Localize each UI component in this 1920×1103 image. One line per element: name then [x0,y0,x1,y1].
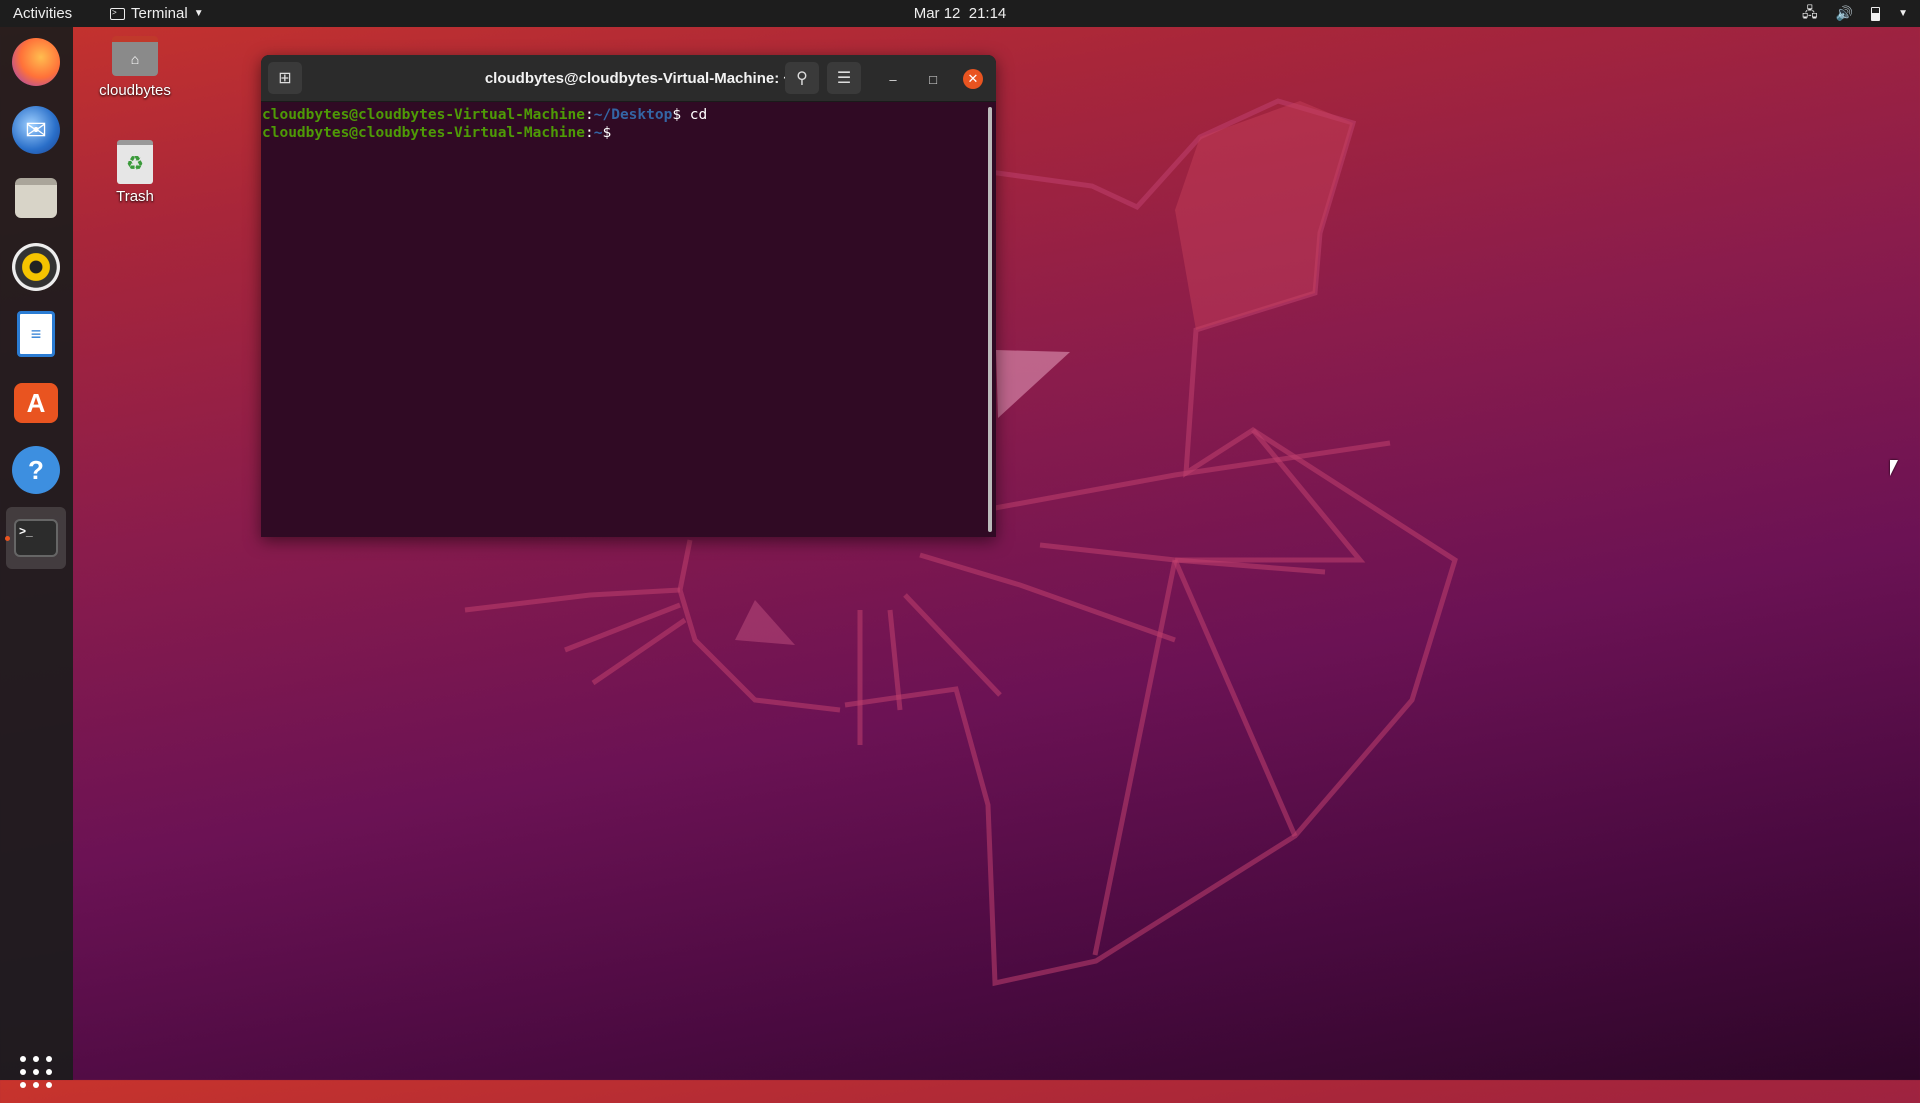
minimize-button[interactable]: – [883,69,903,89]
home-folder-icon: ⌂ [112,36,158,76]
clock[interactable]: Mar 12 21:14 [0,0,1920,27]
hamburger-icon: ☰ [837,68,851,88]
dock-firefox[interactable] [6,31,66,93]
dock-thunderbird[interactable]: ✉ [6,99,66,161]
help-icon: ? [12,446,60,494]
new-tab-icon: ⊞ [278,68,291,88]
terminal-icon: >_ [14,519,58,557]
volume-icon: 🔊 [1836,5,1853,22]
running-indicator [5,536,10,541]
system-menu[interactable]: 🖧 🔊 ▼ [1802,0,1908,27]
software-icon: A [14,383,58,423]
search-button[interactable]: ⚲ [785,62,819,94]
desktop-home-folder[interactable]: ⌂ cloudbytes [85,36,185,99]
desktop-trash[interactable]: ♻ Trash [85,140,185,205]
dock-writer[interactable]: ≡ [6,303,66,365]
scrollbar[interactable] [988,107,992,532]
dock: ✉ ≡ A ? >_ [0,27,73,1080]
network-icon: 🖧 [1802,2,1818,26]
chevron-down-icon: ▼ [1898,8,1908,19]
maximize-button[interactable]: □ [923,69,943,89]
files-icon [15,178,57,218]
menu-button[interactable]: ☰ [827,62,861,94]
maximize-icon: □ [929,72,937,87]
clock-label: Mar 12 21:14 [914,5,1007,22]
trash-icon: ♻ [117,140,153,184]
prompt-sep: : [585,107,594,123]
terminal-line: cloudbytes@cloudbytes-Virtual-Machine:~/… [262,106,995,124]
prompt-user: cloudbytes@cloudbytes-Virtual-Machine [262,125,585,141]
prompt-sep: : [585,125,594,141]
prompt-path: ~/Desktop [594,107,673,123]
terminal-line: cloudbytes@cloudbytes-Virtual-Machine:~$ [262,124,995,142]
firefox-icon [12,38,60,86]
command: cd [690,107,707,123]
dock-files[interactable] [6,167,66,229]
mouse-pointer-icon [1890,460,1898,476]
top-bar: Activities > Terminal ▼ Mar 12 21:14 🖧 🔊… [0,0,1920,27]
dock-terminal[interactable]: >_ [6,507,66,569]
terminal-window[interactable]: ⊞ cloudbytes@cloudbytes-Virtual-Machine:… [261,55,996,537]
dock-ubuntu-software[interactable]: A [6,372,66,434]
close-icon: ✕ [968,71,979,87]
show-applications-button[interactable] [6,1041,66,1103]
prompt-user: cloudbytes@cloudbytes-Virtual-Machine [262,107,585,123]
new-tab-button[interactable]: ⊞ [268,62,302,94]
minimize-icon: – [889,72,896,87]
prompt-symbol: $ [602,125,619,141]
close-button[interactable]: ✕ [963,69,983,89]
prompt-symbol: $ [672,107,689,123]
home-folder-label: cloudbytes [85,82,185,99]
terminal-output[interactable]: cloudbytes@cloudbytes-Virtual-Machine:~/… [261,102,996,146]
search-icon: ⚲ [796,68,808,88]
terminal-header-bar[interactable]: ⊞ cloudbytes@cloudbytes-Virtual-Machine:… [261,55,996,102]
dock-help[interactable]: ? [6,439,66,501]
trash-label: Trash [85,188,185,205]
thunderbird-icon: ✉ [12,106,60,154]
dock-rhythmbox[interactable] [6,236,66,298]
battery-icon [1871,7,1880,21]
writer-icon: ≡ [17,311,55,357]
rhythmbox-icon [12,243,60,291]
app-grid-icon [20,1056,52,1088]
